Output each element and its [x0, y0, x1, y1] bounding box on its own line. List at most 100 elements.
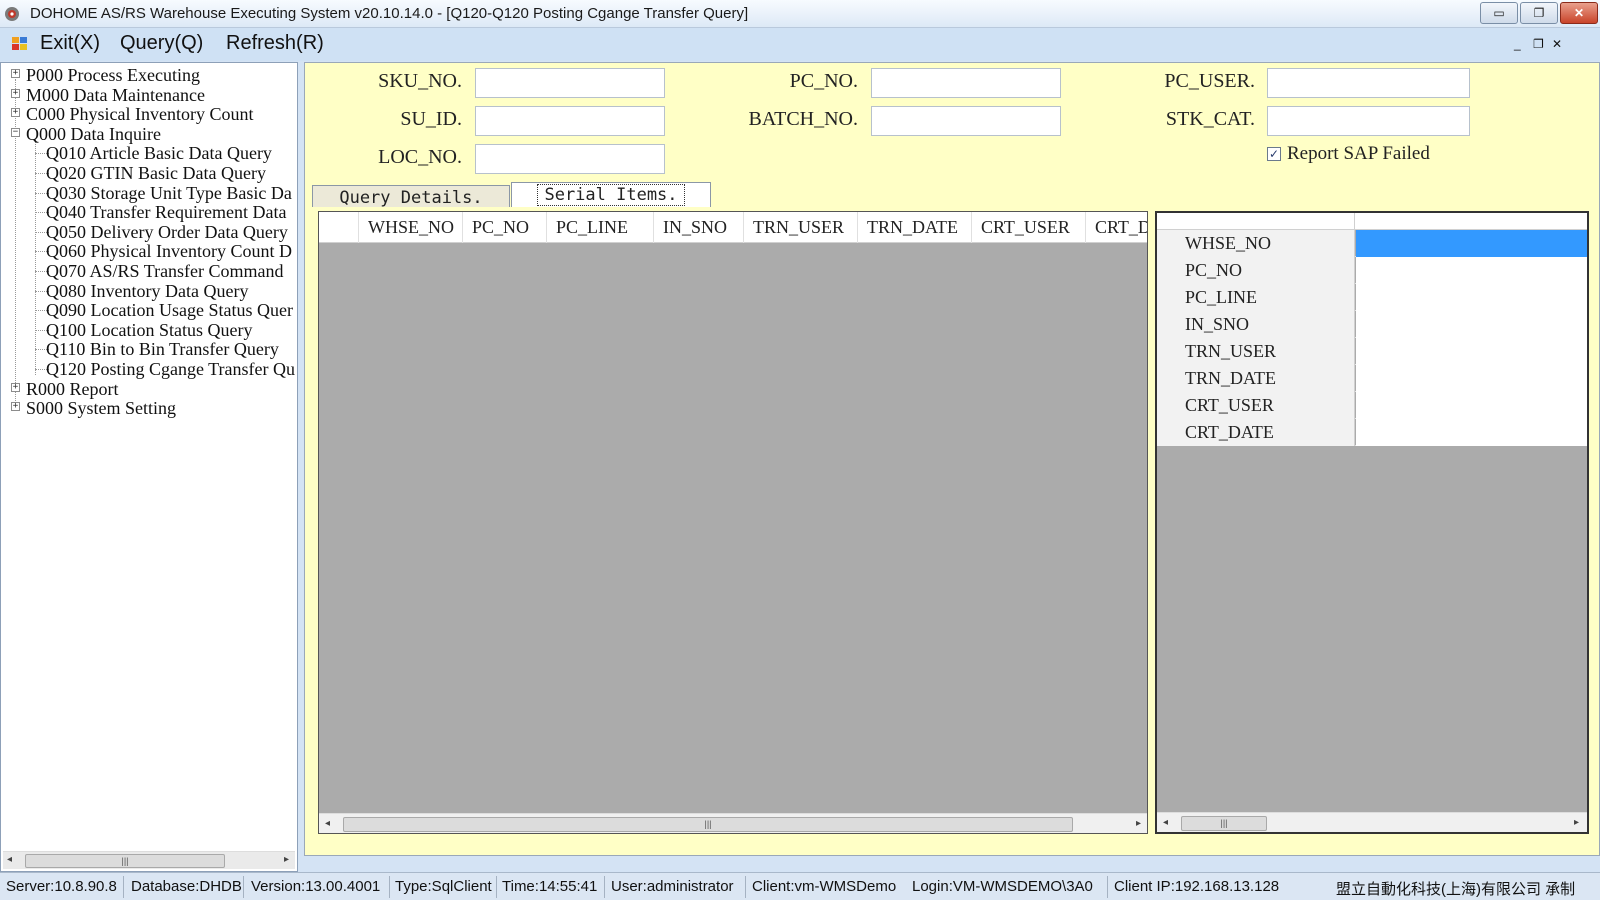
grid-horizontal-scrollbar[interactable]: ◂ ||| ▸	[319, 813, 1147, 833]
pc-user-input[interactable]	[1267, 68, 1470, 98]
field-row[interactable]: TRN_DATE	[1157, 365, 1587, 392]
expand-icon[interactable]: +	[11, 108, 20, 118]
menu-query[interactable]: Query(Q)	[120, 32, 203, 55]
scroll-left-icon[interactable]: ◂	[1163, 817, 1168, 828]
su-id-label: SU_ID.	[400, 108, 462, 130]
mdi-child-icon[interactable]	[12, 37, 28, 51]
scroll-thumb[interactable]: |||	[25, 854, 225, 868]
tree-item-m000[interactable]: + M000 Data Maintenance	[1, 85, 297, 105]
batch-no-label: BATCH_NO.	[748, 108, 858, 130]
pc-no-input[interactable]	[871, 68, 1061, 98]
tab-query-details[interactable]: Query Details.	[312, 185, 510, 208]
field-value-cell[interactable]	[1356, 257, 1587, 284]
sku-no-label: SKU_NO.	[378, 70, 462, 92]
mdi-close-button[interactable]: ✕	[1552, 37, 1562, 51]
tab-serial-items[interactable]: Serial Items.	[511, 182, 711, 207]
sku-no-input[interactable]	[475, 68, 665, 98]
tree-item-q020[interactable]: Q020 GTIN Basic Data Query	[1, 163, 297, 183]
tree-item-q100[interactable]: Q100 Location Status Query	[1, 320, 297, 340]
scroll-right-icon[interactable]: ▸	[284, 854, 289, 865]
mdi-restore-button[interactable]: ❐	[1533, 37, 1544, 51]
restore-button[interactable]: ❐	[1520, 2, 1558, 24]
scroll-thumb[interactable]: |||	[343, 817, 1073, 832]
field-row[interactable]: PC_NO	[1157, 257, 1587, 284]
expand-icon[interactable]: +	[11, 382, 20, 392]
field-row[interactable]: IN_SNO	[1157, 311, 1587, 338]
tree-item-q120[interactable]: Q120 Posting Cgange Transfer Qu	[1, 359, 297, 379]
field-value-cell[interactable]	[1356, 284, 1587, 311]
field-value-cell[interactable]	[1356, 230, 1587, 257]
column-header[interactable]: PC_NO	[463, 212, 547, 243]
column-header[interactable]: CRT_USER	[972, 212, 1086, 243]
scroll-left-icon[interactable]: ◂	[325, 818, 330, 829]
status-login: Login:VM-WMSDEMO\3A0	[912, 878, 1093, 895]
column-header[interactable]: PC_LINE	[547, 212, 654, 243]
close-button[interactable]: ✕	[1560, 2, 1598, 24]
column-header[interactable]: TRN_USER	[744, 212, 858, 243]
scroll-thumb[interactable]: |||	[1181, 816, 1267, 831]
tree-item-q050[interactable]: Q050 Delivery Order Data Query	[1, 222, 297, 242]
status-time: Time:14:55:41	[502, 878, 598, 895]
stk-cat-label: STK_CAT.	[1165, 108, 1255, 130]
field-value-cell[interactable]	[1356, 365, 1587, 392]
report-sap-failed-checkbox[interactable]: ✓	[1267, 147, 1281, 161]
tree-item-q060[interactable]: Q060 Physical Inventory Count D	[1, 241, 297, 261]
tree-item-r000[interactable]: + R000 Report	[1, 379, 297, 399]
menu-exit[interactable]: Exit(X)	[40, 32, 100, 55]
field-row[interactable]: • CRT_DATE	[1157, 419, 1587, 446]
window-title: DOHOME AS/RS Warehouse Executing System …	[30, 5, 749, 22]
tree-item-s000[interactable]: + S000 System Setting	[1, 398, 297, 418]
tree-horizontal-scrollbar[interactable]: ◂ ||| ▸	[3, 851, 295, 869]
scroll-left-icon[interactable]: ◂	[7, 854, 12, 865]
tree-item-q010[interactable]: Q010 Article Basic Data Query	[1, 143, 297, 163]
column-header[interactable]: CRT_D	[1086, 212, 1147, 243]
column-header[interactable]: WHSE_NO	[359, 212, 463, 243]
tree-item-q070[interactable]: Q070 AS/RS Transfer Command	[1, 261, 297, 281]
tree-item-q110[interactable]: Q110 Bin to Bin Transfer Query	[1, 339, 297, 359]
row-header-corner	[319, 212, 359, 243]
menu-refresh[interactable]: Refresh(R)	[226, 32, 324, 55]
field-row[interactable]: PC_LINE	[1157, 284, 1587, 311]
status-version: Version:13.00.4001	[251, 878, 381, 895]
scroll-right-icon[interactable]: ▸	[1574, 817, 1579, 828]
tree-item-q030[interactable]: Q030 Storage Unit Type Basic Da	[1, 183, 297, 203]
pc-no-label: PC_NO.	[789, 70, 858, 92]
status-client: Client:vm-WMSDemo	[752, 878, 897, 895]
scroll-right-icon[interactable]: ▸	[1136, 818, 1141, 829]
collapse-icon[interactable]: −	[11, 127, 20, 137]
su-id-input[interactable]	[475, 106, 665, 136]
field-row[interactable]: TRN_USER	[1157, 338, 1587, 365]
app-icon	[5, 7, 19, 21]
batch-no-input[interactable]	[871, 106, 1061, 136]
expand-icon[interactable]: +	[11, 402, 20, 412]
column-header[interactable]: IN_SNO	[654, 212, 744, 243]
minimize-button[interactable]: ▭	[1480, 2, 1518, 24]
status-type: Type:SqlClient	[395, 878, 492, 895]
field-value-cell[interactable]	[1356, 392, 1587, 419]
grid-horizontal-scrollbar[interactable]: ◂ ||| ▸	[1157, 812, 1587, 832]
serial-items-grid[interactable]: WHSE_NO PC_NO PC_LINE IN_SNO TRN_USER TR…	[318, 211, 1148, 834]
report-sap-failed-label: Report SAP Failed	[1287, 143, 1430, 164]
tree-item-q000[interactable]: − Q000 Data Inquire	[1, 124, 297, 144]
field-list-grid[interactable]: ▸ WHSE_NO PC_NO PC_LINE IN_SNO TRN_USER …	[1155, 211, 1589, 834]
tree-item-q080[interactable]: Q080 Inventory Data Query	[1, 281, 297, 301]
tree-item-q040[interactable]: Q040 Transfer Requirement Data	[1, 202, 297, 222]
expand-icon[interactable]: +	[11, 69, 20, 78]
expand-icon[interactable]: +	[11, 88, 20, 98]
field-row[interactable]: ▸ WHSE_NO	[1157, 230, 1587, 257]
mdi-minimize-button[interactable]: _	[1514, 37, 1521, 51]
pc-user-label: PC_USER.	[1164, 70, 1255, 92]
tree-item-q090[interactable]: Q090 Location Usage Status Quer	[1, 300, 297, 320]
field-row[interactable]: CRT_USER	[1157, 392, 1587, 419]
loc-no-input[interactable]	[475, 144, 665, 174]
stk-cat-input[interactable]	[1267, 106, 1470, 136]
status-vendor: 盟立自動化科技(上海)有限公司 承制	[1336, 881, 1576, 898]
loc-no-label: LOC_NO.	[378, 146, 462, 168]
field-value-cell[interactable]	[1356, 419, 1587, 446]
tree-item-c000[interactable]: + C000 Physical Inventory Count	[1, 104, 297, 124]
status-server: Server:10.8.90.8	[6, 878, 117, 895]
tree-item-p000[interactable]: + P000 Process Executing	[1, 65, 297, 85]
field-value-cell[interactable]	[1356, 311, 1587, 338]
column-header[interactable]: TRN_DATE	[858, 212, 972, 243]
field-value-cell[interactable]	[1356, 338, 1587, 365]
